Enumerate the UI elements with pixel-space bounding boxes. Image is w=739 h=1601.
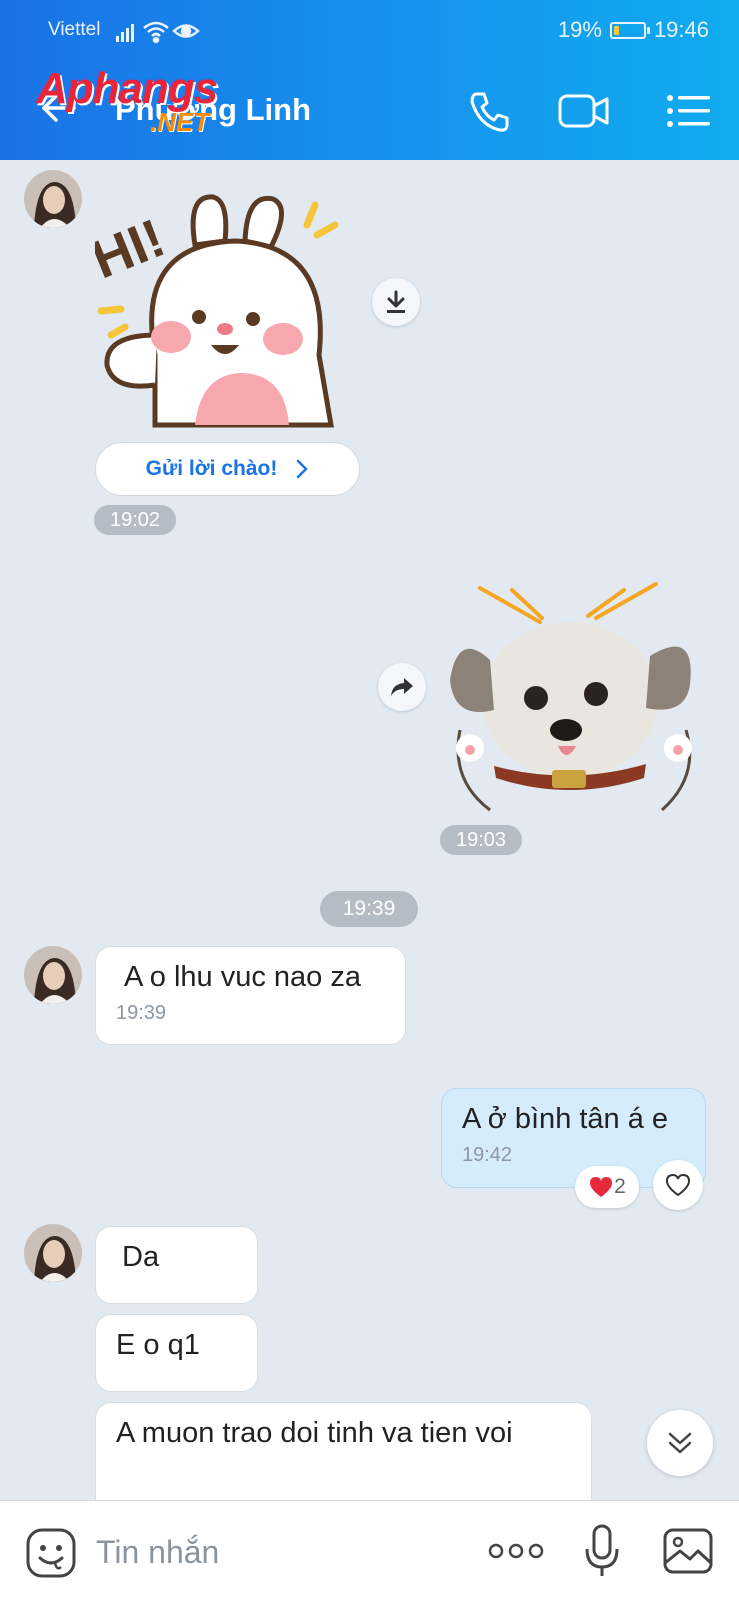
status-icons	[116, 18, 206, 50]
status-bar: Viettel 19% 19:46	[0, 0, 739, 62]
video-call-button[interactable]	[556, 86, 612, 136]
message-bubble-received[interactable]: E o q1	[95, 1314, 258, 1392]
message-text: Da	[122, 1241, 160, 1273]
watermark-logo-suffix: .NET	[150, 107, 210, 137]
message-text: A muon trao doi tinh va tien voi	[116, 1417, 513, 1449]
message-text: A ở bình tân á e	[462, 1103, 669, 1135]
avatar-photo	[24, 170, 82, 228]
status-right: 19% 19:46	[558, 17, 709, 43]
contact-avatar[interactable]	[24, 946, 82, 1004]
dog-sticker[interactable]	[450, 580, 710, 820]
emoji-button[interactable]	[25, 1527, 77, 1579]
scroll-to-bottom-button[interactable]	[647, 1410, 713, 1476]
chat-header: Phương Linh Aphangs .NET	[0, 62, 739, 160]
battery-icon	[609, 21, 650, 39]
divider-time: 19:39	[342, 897, 396, 920]
message-text: A o lhu vuc nao za	[124, 961, 361, 993]
message-time: 19:39	[116, 1002, 167, 1024]
menu-icon	[667, 95, 710, 127]
voice-message-button[interactable]	[583, 1523, 621, 1579]
chat-menu-button[interactable]	[664, 86, 714, 136]
battery-percent: 19%	[557, 17, 602, 42]
phone-icon	[470, 92, 509, 132]
timestamp-pill: 19:03	[440, 825, 522, 855]
message-bubble-received[interactable]: A muon trao doi tinh va tien voi	[95, 1402, 592, 1500]
forward-sticker-button[interactable]	[378, 663, 426, 711]
wifi-icon	[143, 21, 169, 44]
timestamp-text: 19:02	[109, 508, 161, 531]
message-time: 19:42	[462, 1144, 513, 1166]
signal-icon	[116, 24, 134, 42]
message-bubble-received[interactable]: A o lhu vuc nao za 19:39	[95, 946, 406, 1045]
reaction-summary[interactable]: 2	[575, 1166, 639, 1208]
double-chevron-down-icon	[668, 1432, 692, 1454]
message-text: E o q1	[116, 1329, 200, 1361]
eye-icon	[172, 24, 200, 38]
battery-level-fill	[613, 25, 619, 35]
message-input[interactable]	[94, 1529, 438, 1575]
download-sticker-button[interactable]	[372, 278, 420, 326]
send-greeting-button[interactable]: Gửi lời chào!	[95, 442, 360, 496]
more-icon	[488, 1543, 544, 1559]
microphone-icon	[585, 1524, 619, 1576]
date-divider: 19:39	[320, 891, 418, 927]
send-greeting-label: Gửi lời chào!	[145, 457, 278, 480]
heart-outline-icon	[665, 1173, 691, 1197]
status-time: 19:46	[653, 17, 709, 42]
share-icon	[391, 678, 413, 696]
avatar-photo	[24, 1224, 82, 1282]
heart-filled-icon	[590, 1177, 613, 1197]
reaction-count: 2	[614, 1175, 626, 1198]
voice-call-button[interactable]	[464, 86, 514, 136]
video-call-icon	[558, 94, 609, 128]
emoji-icon	[26, 1528, 76, 1578]
message-bubble-received[interactable]: Da	[95, 1226, 258, 1304]
send-image-button[interactable]	[662, 1527, 714, 1575]
timestamp-text: 19:03	[455, 828, 507, 851]
download-icon	[387, 290, 405, 313]
image-icon	[663, 1528, 713, 1574]
message-input-bar	[0, 1500, 739, 1601]
avatar-photo	[24, 946, 82, 1004]
message-list[interactable]: HI! Gửi lời chào! 19:02 19:03 19:39 A o …	[0, 160, 739, 1500]
carrier-name: Viettel	[48, 19, 101, 40]
react-button[interactable]	[653, 1160, 703, 1210]
timestamp-pill: 19:02	[94, 505, 176, 535]
contact-avatar[interactable]	[24, 1224, 82, 1282]
chevron-right-icon	[297, 459, 309, 479]
more-options-button[interactable]	[488, 1539, 544, 1563]
hi-sticker[interactable]: HI!	[84, 185, 365, 455]
contact-avatar[interactable]	[24, 170, 82, 228]
